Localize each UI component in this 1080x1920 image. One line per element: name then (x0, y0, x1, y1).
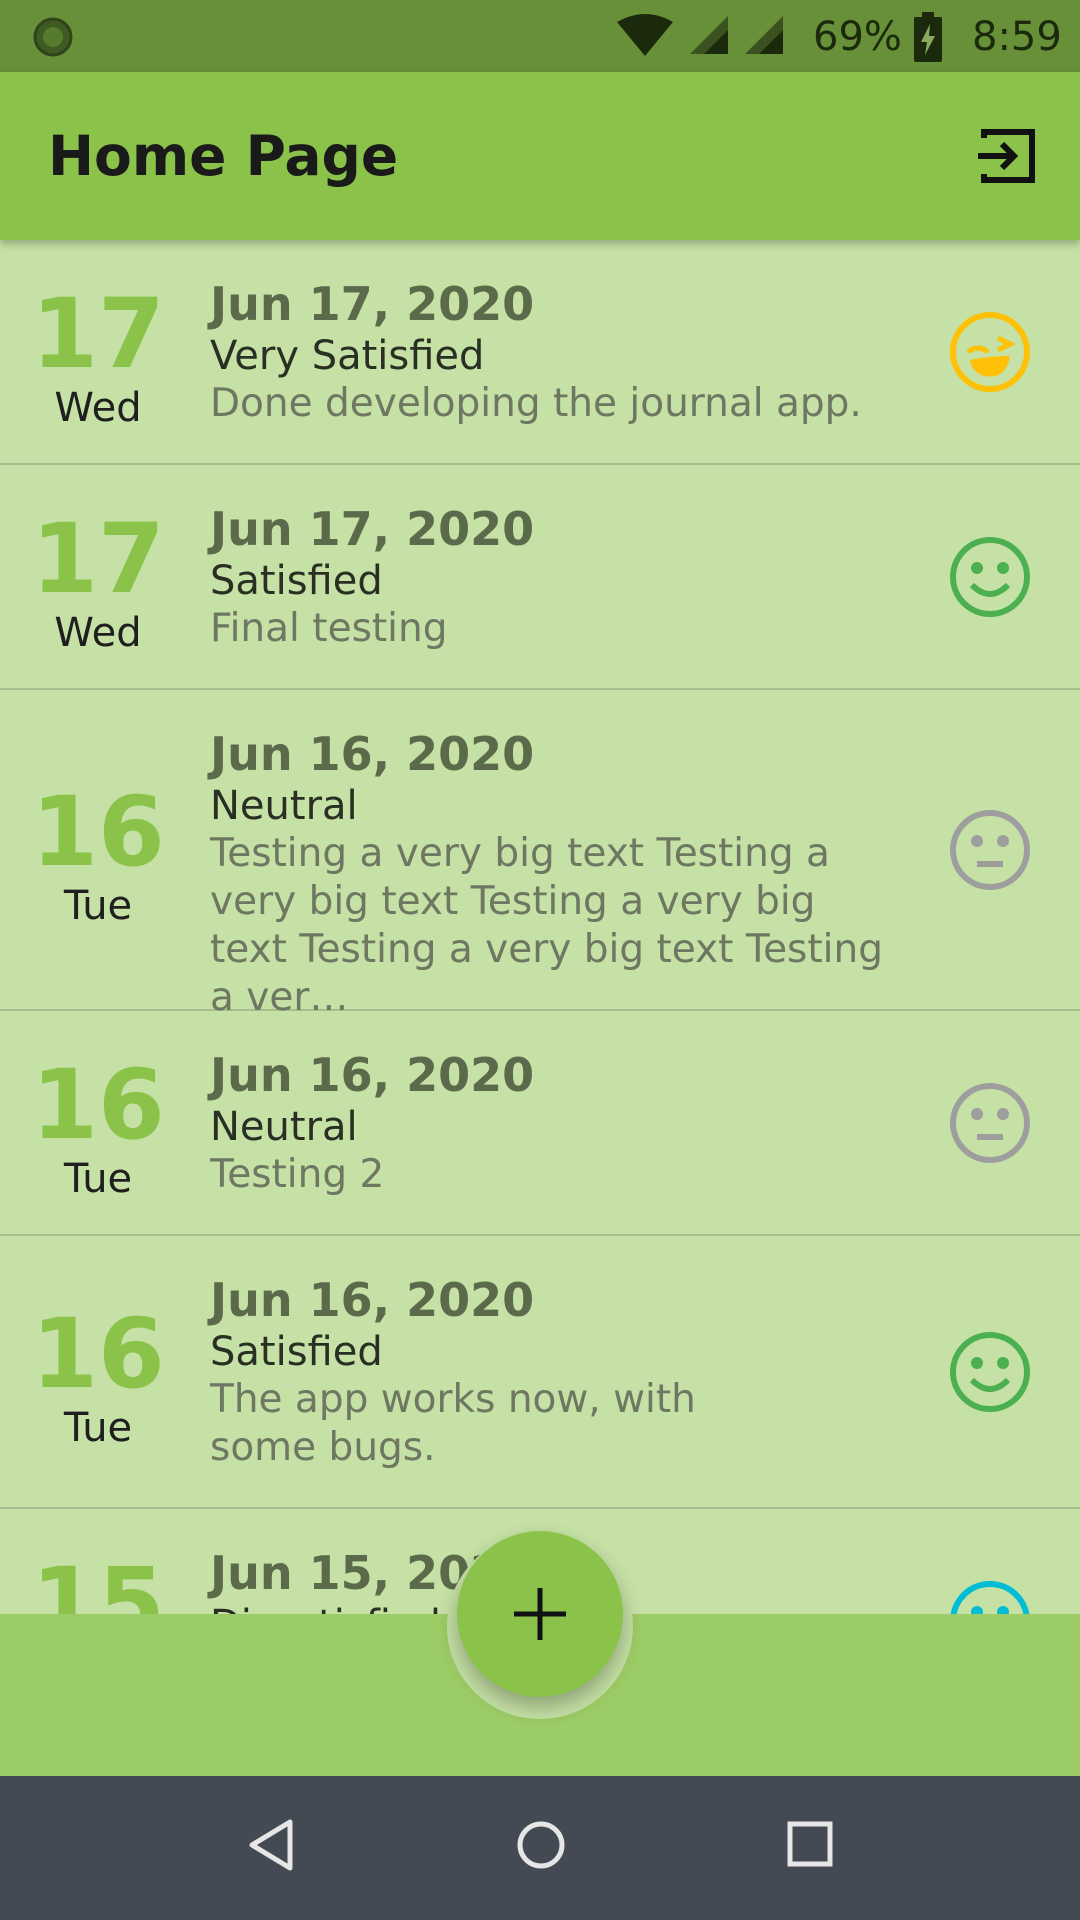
entry-day-name: Tue (63, 1156, 133, 1202)
journal-list: 17 Wed Jun 17, 2020 Very Satisfied Done … (0, 240, 1080, 1749)
entry-day-name: Wed (54, 610, 142, 656)
smiling-face-icon (950, 1332, 1030, 1412)
entry-date: Jun 17, 2020 (210, 277, 535, 331)
app-notification-icon (33, 17, 73, 57)
entry-note: Testing a very big text Testing a very b… (210, 831, 883, 1020)
entry-note: Done developing the journal app. (210, 381, 862, 426)
journal-entry[interactable]: 16 Tue Jun 16, 2020 Satisfied The app wo… (0, 1236, 1080, 1509)
entry-mood: Very Satisfied (210, 333, 485, 379)
smiling-face-icon (950, 537, 1030, 617)
journal-entry[interactable]: 16 Tue Jun 16, 2020 Neutral Testing 2 (0, 1011, 1080, 1236)
entry-note: Final testing (210, 606, 448, 651)
entry-day-number: 17 (31, 503, 165, 615)
navigation-bar (0, 1776, 1080, 1920)
page-title: Home Page (48, 124, 399, 188)
entry-date: Jun 16, 2020 (210, 1273, 535, 1327)
entry-note: The app works now, with some bugs. (210, 1377, 696, 1470)
entry-mood: Neutral (210, 1104, 358, 1150)
entry-day-name: Tue (63, 883, 133, 929)
entry-mood: Neutral (210, 783, 358, 829)
entry-mood: Satisfied (210, 558, 383, 604)
clock: 8:59 (972, 14, 1062, 60)
entry-day-number: 16 (31, 1298, 165, 1410)
entry-day-name: Tue (63, 1405, 133, 1451)
entry-note: Testing 2 (210, 1152, 385, 1197)
entry-date: Jun 16, 2020 (210, 1048, 535, 1102)
wifi-icon (617, 14, 673, 56)
laughing-face-icon (950, 312, 1030, 392)
neutral-face-icon (950, 810, 1030, 890)
home-icon[interactable] (516, 1820, 566, 1870)
plus-icon (514, 1588, 566, 1640)
neutral-face-icon (950, 1083, 1030, 1163)
entry-day-number: 16 (31, 776, 165, 888)
battery-charging-icon (914, 12, 942, 62)
entry-date: Jun 17, 2020 (210, 502, 535, 556)
cell-signal-icon (690, 16, 728, 54)
journal-entry[interactable]: 16 Tue Jun 16, 2020 Neutral Testing a ve… (0, 690, 1080, 1020)
add-entry-button[interactable] (457, 1531, 623, 1697)
entry-day-number: 17 (31, 278, 165, 390)
status-bar: 69% 8:59 (0, 0, 1080, 72)
cell-signal-icon (745, 16, 783, 54)
entry-day-number: 16 (31, 1049, 165, 1161)
journal-entry[interactable]: 17 Wed Jun 17, 2020 Satisfied Final test… (0, 465, 1080, 690)
entry-mood: Satisfied (210, 1329, 383, 1375)
back-icon[interactable] (246, 1818, 296, 1872)
battery-percent: 69% (813, 14, 902, 60)
entry-date: Jun 16, 2020 (210, 727, 535, 781)
entry-day-name: Wed (54, 385, 142, 431)
recent-apps-icon[interactable] (786, 1820, 834, 1868)
app-bar: Home Page (0, 72, 1080, 240)
logout-icon[interactable] (976, 124, 1040, 188)
journal-entry[interactable]: 17 Wed Jun 17, 2020 Very Satisfied Done … (0, 240, 1080, 465)
